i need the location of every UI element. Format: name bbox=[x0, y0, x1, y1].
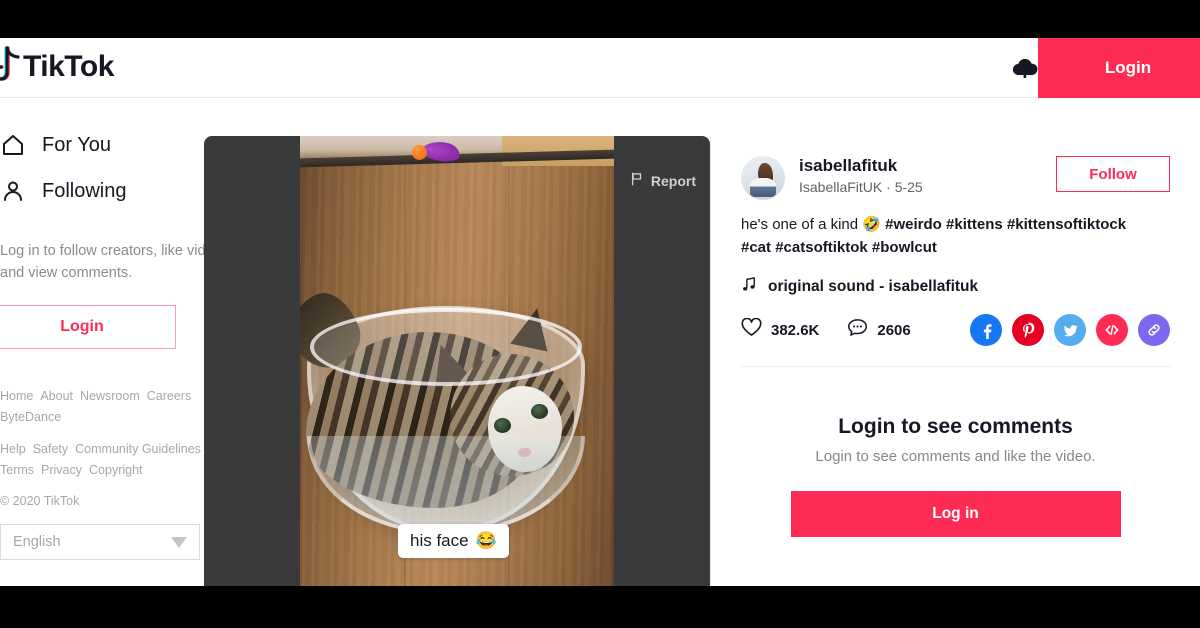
avatar[interactable] bbox=[741, 156, 785, 200]
video-player[interactable]: his face 😂 Report bbox=[204, 136, 710, 586]
facebook-share-icon[interactable] bbox=[970, 314, 1002, 346]
comment-count: 2606 bbox=[877, 321, 911, 339]
login-promo-text: Log in to follow creators, like videos, … bbox=[0, 243, 233, 282]
author-nickname-and-date: IsabellaFitUK · 5-25 bbox=[799, 179, 923, 195]
sidebar-label-for-you: For You bbox=[42, 133, 111, 156]
language-selector-value: English bbox=[13, 534, 61, 551]
hashtag-kittensoftiktock[interactable]: #kittensoftiktock bbox=[1007, 216, 1126, 233]
embed-code-icon[interactable] bbox=[1096, 314, 1128, 346]
footer-link-copyright[interactable]: Copyright bbox=[89, 463, 143, 477]
like-stat[interactable]: 382.6K bbox=[741, 317, 820, 342]
footer-row-bytedance: ByteDance bbox=[0, 408, 180, 427]
footer-row-help: Help Safety Community Guidelines bbox=[0, 440, 201, 459]
footer-row-legal: Terms Privacy Copyright bbox=[0, 461, 180, 480]
heart-icon bbox=[741, 317, 762, 342]
top-header: TikTok Login bbox=[0, 38, 1200, 98]
language-selector[interactable]: English bbox=[0, 524, 200, 561]
hashtag-bowlcut[interactable]: #bowlcut bbox=[872, 239, 937, 256]
video-overlay-text: his face bbox=[410, 531, 469, 550]
comments-login-title: Login to see comments bbox=[838, 415, 1073, 438]
comments-login-subtitle: Login to see comments and like the video… bbox=[815, 448, 1096, 465]
screenshot-frame: TikTok Login For You Following Log in to… bbox=[0, 0, 1200, 628]
comments-login-button[interactable]: Log in bbox=[790, 491, 1121, 537]
video-info-panel: isabellafituk IsabellaFitUK · 5-25 Follo… bbox=[710, 136, 1200, 586]
home-icon bbox=[0, 132, 26, 158]
sidebar-footer: Home About Newsroom Careers ByteDance Help S… bbox=[0, 349, 201, 561]
copy-link-icon[interactable] bbox=[1138, 314, 1170, 346]
header-login-button[interactable]: Login bbox=[1038, 38, 1200, 98]
author-username[interactable]: isabellafituk bbox=[799, 156, 1056, 176]
tiktok-page: TikTok Login For You Following Log in to… bbox=[0, 38, 1200, 586]
music-note-icon bbox=[741, 276, 758, 298]
sidebar-item-following[interactable]: Following bbox=[0, 168, 200, 214]
video-text-overlay: his face 😂 bbox=[398, 524, 509, 558]
report-button[interactable]: Report bbox=[630, 172, 696, 189]
footer-copyright: © 2020 TikTok bbox=[0, 494, 80, 509]
stats-row: 382.6K 2606 bbox=[741, 314, 1170, 346]
cloud-upload-icon[interactable] bbox=[1010, 54, 1040, 82]
hashtag-cat[interactable]: #cat bbox=[741, 239, 771, 256]
sidebar-label-following: Following bbox=[42, 179, 127, 202]
footer-link-privacy[interactable]: Privacy bbox=[41, 463, 82, 477]
footer-link-home[interactable]: Home bbox=[0, 389, 33, 403]
footer-link-help[interactable]: Help bbox=[0, 442, 26, 456]
comment-stat[interactable]: 2606 bbox=[847, 318, 911, 342]
footer-link-safety[interactable]: Safety bbox=[33, 442, 68, 456]
music-title: original sound - isabellafituk bbox=[768, 278, 979, 295]
sidebar-login-promo: Log in to follow creators, like videos, … bbox=[0, 214, 233, 349]
music-row[interactable]: original sound - isabellafituk bbox=[741, 276, 1170, 298]
kitten-eye-right bbox=[531, 404, 548, 419]
footer-link-about[interactable]: About bbox=[40, 389, 73, 403]
rolling-laughing-emoji-icon: 🤣 bbox=[862, 216, 881, 233]
tiktok-wordmark: TikTok bbox=[23, 50, 114, 83]
sidebar-item-for-you[interactable]: For You bbox=[0, 122, 200, 168]
tiktok-note-icon bbox=[0, 46, 20, 88]
follow-button[interactable]: Follow bbox=[1056, 156, 1170, 192]
flag-icon bbox=[630, 172, 644, 189]
report-label: Report bbox=[650, 172, 696, 189]
pinterest-share-icon[interactable] bbox=[1012, 314, 1044, 346]
chevron-down-icon bbox=[171, 536, 187, 548]
footer-link-bytedance[interactable]: ByteDance bbox=[0, 410, 61, 424]
glass-bowl-rim bbox=[310, 308, 582, 386]
cat-toy-ball bbox=[412, 145, 427, 160]
comment-bubble-icon bbox=[847, 318, 868, 342]
footer-link-newsroom[interactable]: Newsroom bbox=[80, 389, 140, 403]
twitter-share-icon[interactable] bbox=[1054, 314, 1086, 346]
caption-prefix: he's one of a kind bbox=[741, 216, 863, 233]
footer-link-careers[interactable]: Careers bbox=[147, 389, 191, 403]
laughing-emoji-icon: 😂 bbox=[475, 531, 497, 550]
person-icon bbox=[0, 178, 26, 204]
share-icon-list bbox=[970, 314, 1170, 346]
footer-link-terms[interactable]: Terms bbox=[0, 463, 34, 477]
like-count: 382.6K bbox=[771, 321, 820, 339]
author-row: isabellafituk IsabellaFitUK · 5-25 Follo… bbox=[741, 136, 1170, 200]
footer-row-company: Home About Newsroom Careers bbox=[0, 387, 191, 406]
sidebar-login-button[interactable]: Login bbox=[0, 304, 176, 349]
tiktok-logo[interactable]: TikTok bbox=[0, 46, 114, 88]
left-sidebar: For You Following Log in to follow creat… bbox=[0, 98, 233, 586]
post-caption: he's one of a kind 🤣 #weirdo #kittens #k… bbox=[741, 214, 1156, 259]
video-frame: his face 😂 bbox=[300, 136, 614, 586]
hashtag-catsoftiktok[interactable]: #catsoftiktok bbox=[775, 239, 868, 256]
footer-link-community-guidelines[interactable]: Community Guidelines bbox=[75, 442, 201, 456]
author-meta: isabellafituk IsabellaFitUK · 5-25 bbox=[799, 156, 1056, 195]
comments-login-block: Login to see comments Login to see comme… bbox=[741, 367, 1170, 537]
kitten-eye-left bbox=[494, 418, 511, 433]
hashtag-kittens[interactable]: #kittens bbox=[946, 216, 1003, 233]
hashtag-weirdo[interactable]: #weirdo bbox=[885, 216, 942, 233]
